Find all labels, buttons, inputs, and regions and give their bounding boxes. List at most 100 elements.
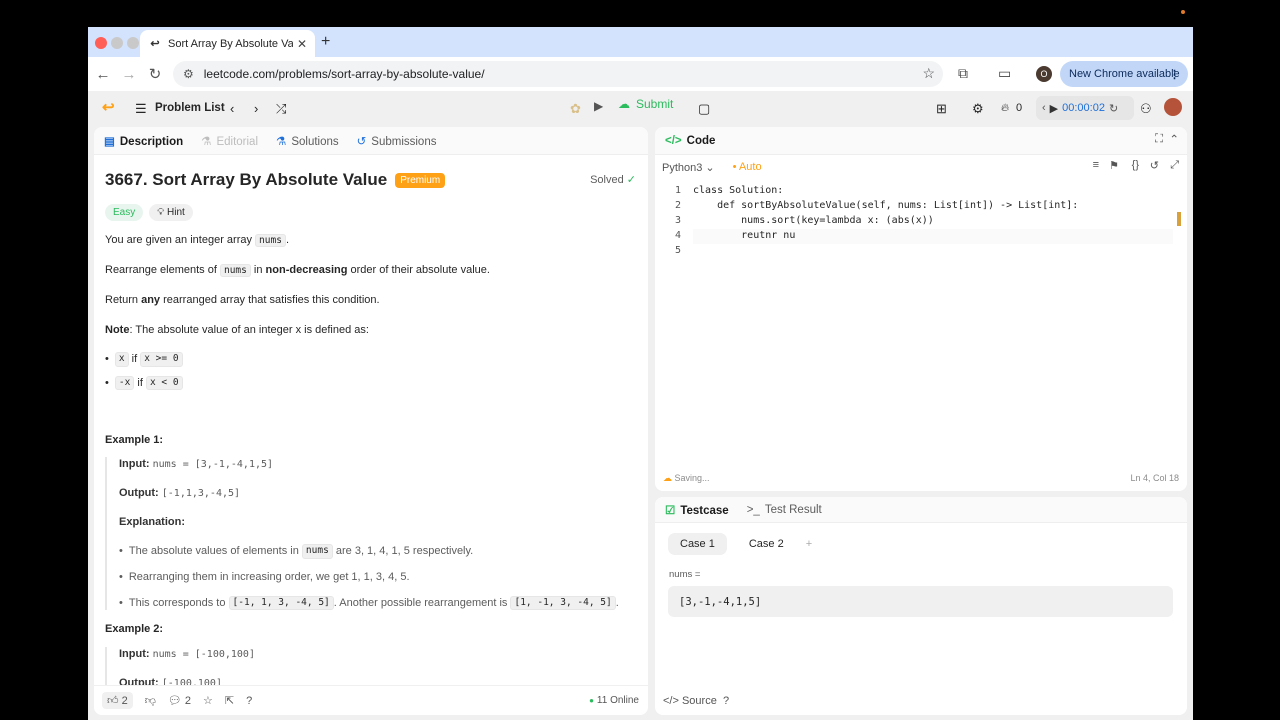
tab-editorial[interactable]: ⚗ Editorial xyxy=(201,134,258,148)
format-icon[interactable]: ≡ xyxy=(1093,159,1099,171)
testcase-panel: ☑ Testcase >_ Test Result Case 1 Case 2 + … xyxy=(655,497,1187,715)
site-settings-icon[interactable]: ⚙ xyxy=(183,67,194,81)
problem-title: 3667. Sort Array By Absolute Value Premi… xyxy=(105,169,637,192)
timer-reset-icon[interactable]: ↻ xyxy=(1109,102,1118,115)
saving-status: ☁ Saving... xyxy=(663,472,710,483)
zoom-window-button[interactable] xyxy=(127,37,139,49)
braces-icon[interactable]: {} xyxy=(1132,159,1139,171)
help-icon[interactable]: ? xyxy=(723,695,729,707)
tab-testcase[interactable]: ☑ Testcase xyxy=(665,503,729,517)
terminal-icon: >_ xyxy=(746,503,760,516)
submit-label: Submit xyxy=(636,97,674,111)
bookmark-star-icon[interactable]: ☆ xyxy=(922,65,935,82)
source-button[interactable]: </> Source ? xyxy=(663,695,729,707)
browser-tab[interactable]: ↩ Sort Array By Absolute Value ✕ xyxy=(140,30,315,57)
share-icon[interactable]: ⇱ xyxy=(225,694,234,707)
testcase-tabs: ☑ Testcase >_ Test Result xyxy=(655,497,1187,523)
new-chrome-available-button[interactable]: New Chrome available ⋮ xyxy=(1060,61,1188,87)
streak-flame-icon[interactable]: 🔥︎ xyxy=(1001,102,1009,115)
premium-badge: Premium xyxy=(395,172,446,189)
tab-description[interactable]: ▤ Description xyxy=(104,134,183,148)
close-tab-icon[interactable]: ✕ xyxy=(297,37,307,51)
debug-icon[interactable]: ✿ xyxy=(570,101,581,117)
collapse-icon[interactable]: ⌃ xyxy=(1169,132,1179,146)
code-tab[interactable]: </> Code xyxy=(665,135,715,147)
solved-status: Solved ✓ xyxy=(590,174,636,186)
thumbs-up-icon: 👍︎ xyxy=(107,695,119,707)
solved-check-icon: ✓ xyxy=(626,174,636,186)
timer-prev-icon[interactable]: ‹ xyxy=(1042,102,1046,114)
case-2-tab[interactable]: Case 2 xyxy=(737,533,796,555)
tab-solutions[interactable]: ⚗ Solutions xyxy=(276,134,339,148)
favorite-star-icon[interactable]: ☆ xyxy=(203,694,213,707)
scrollbar-marker[interactable] xyxy=(1177,212,1181,226)
add-case-icon[interactable]: + xyxy=(806,533,824,555)
settings-gear-icon[interactable]: ⚙ xyxy=(972,101,984,117)
thumbs-down-icon[interactable]: 👎︎ xyxy=(145,694,156,707)
maximize-icon[interactable]: ⛶ xyxy=(1155,133,1163,146)
line-number: 4 xyxy=(674,230,681,241)
layout-icon[interactable]: ⊞ xyxy=(936,101,947,117)
timer-value: 00:00:02 xyxy=(1062,102,1105,114)
run-button[interactable]: ▶ xyxy=(594,99,603,113)
address-bar[interactable]: ⚙ leetcode.com/problems/sort-array-by-ab… xyxy=(173,61,943,87)
example-1-input: Input: nums = [3,-1,-4,1,5] xyxy=(119,458,274,471)
case-1-tab[interactable]: Case 1 xyxy=(668,533,727,555)
forward-icon[interactable]: → xyxy=(116,66,142,83)
extensions-icon[interactable]: ⧉ xyxy=(958,65,968,82)
leetcode-logo-icon[interactable]: ↩ xyxy=(102,98,115,116)
minimize-window-button[interactable] xyxy=(111,37,123,49)
streak-count: 0 xyxy=(1016,102,1023,114)
submit-button[interactable]: ☁ Submit xyxy=(618,97,673,111)
profile-avatar[interactable]: O xyxy=(1036,66,1052,82)
code-line-active: reutnr nu xyxy=(693,229,1173,244)
prev-problem-icon[interactable]: ‹ xyxy=(230,101,234,116)
difficulty-badge: Easy xyxy=(105,203,144,222)
language-select[interactable]: Python3 ⌄ xyxy=(662,161,715,174)
reset-code-icon[interactable]: ↺ xyxy=(1150,159,1159,172)
auto-mode-indicator[interactable]: • Auto xyxy=(733,161,762,173)
add-friend-icon[interactable]: ⚇ xyxy=(1140,101,1152,117)
cast-icon[interactable]: ▭ xyxy=(998,65,1011,82)
code-editor[interactable]: 1 class Solution: 2 def sortByAbsoluteVa… xyxy=(655,184,1187,256)
back-icon[interactable]: ← xyxy=(90,66,116,83)
browser-window: ↩ Sort Array By Absolute Value ✕ + ← → ↻… xyxy=(88,27,1193,720)
like-button[interactable]: 👍︎ 2 xyxy=(102,692,133,709)
next-problem-icon[interactable]: › xyxy=(254,101,258,116)
paragraph-3: Return any rearranged array that satisfi… xyxy=(105,294,380,307)
case-tabs: Case 1 Case 2 + xyxy=(668,533,1187,555)
bullet-positive: x if x >= 0 xyxy=(105,351,637,367)
help-icon[interactable]: ? xyxy=(246,695,252,707)
user-avatar[interactable] xyxy=(1164,98,1182,116)
new-tab-icon[interactable]: + xyxy=(321,33,330,51)
example-1-box: Input: nums = [3,-1,-4,1,5] Output: [-1,… xyxy=(105,457,637,611)
camera-indicator xyxy=(1181,10,1185,14)
code-icon: </> xyxy=(665,134,682,147)
shuffle-icon[interactable]: ⤮ xyxy=(276,101,286,117)
paragraph-2: Rearrange elements of nums in non-decrea… xyxy=(105,264,490,278)
comments-button[interactable]: 💬︎ 2 xyxy=(168,694,191,707)
url-text: leetcode.com/problems/sort-array-by-abso… xyxy=(203,67,485,81)
description-panel: ▤ Description ⚗ Editorial ⚗ Solutions ↺ Subm… xyxy=(94,127,648,715)
reload-icon[interactable]: ↻ xyxy=(142,65,168,83)
tab-strip: ↩ Sort Array By Absolute Value ✕ + xyxy=(88,27,1193,57)
problem-list-link[interactable]: Problem List xyxy=(155,102,225,114)
chrome-menu-icon[interactable]: ⋮ xyxy=(1169,68,1180,81)
notes-icon[interactable]: ▢ xyxy=(698,101,710,117)
param-input[interactable]: [3,-1,-4,1,5] xyxy=(668,586,1173,617)
example-1-explanation-label: Explanation: xyxy=(119,516,186,529)
timer-play-icon[interactable]: ▶ xyxy=(1050,102,1058,115)
problem-list-icon[interactable]: ☰ xyxy=(135,101,147,117)
code-header: </> Code ⛶ ⌃ xyxy=(655,127,1187,155)
example-1-title: Example 1: xyxy=(105,433,164,446)
online-count: 11 Online xyxy=(589,695,639,706)
bookmark-icon[interactable]: ⚑ xyxy=(1109,159,1119,172)
tab-submissions[interactable]: ↺ Submissions xyxy=(357,134,437,148)
tab-test-result[interactable]: >_ Test Result xyxy=(747,504,822,516)
timer-widget[interactable]: ‹ ▶ 00:00:02 ↻ xyxy=(1036,96,1134,120)
code-icon: </> xyxy=(663,695,679,707)
fullscreen-icon[interactable]: ⤢ xyxy=(1170,159,1179,172)
close-window-button[interactable] xyxy=(95,37,107,49)
hint-button[interactable]: 💡︎ Hint xyxy=(149,203,193,222)
checkbox-icon: ☑ xyxy=(665,504,676,517)
